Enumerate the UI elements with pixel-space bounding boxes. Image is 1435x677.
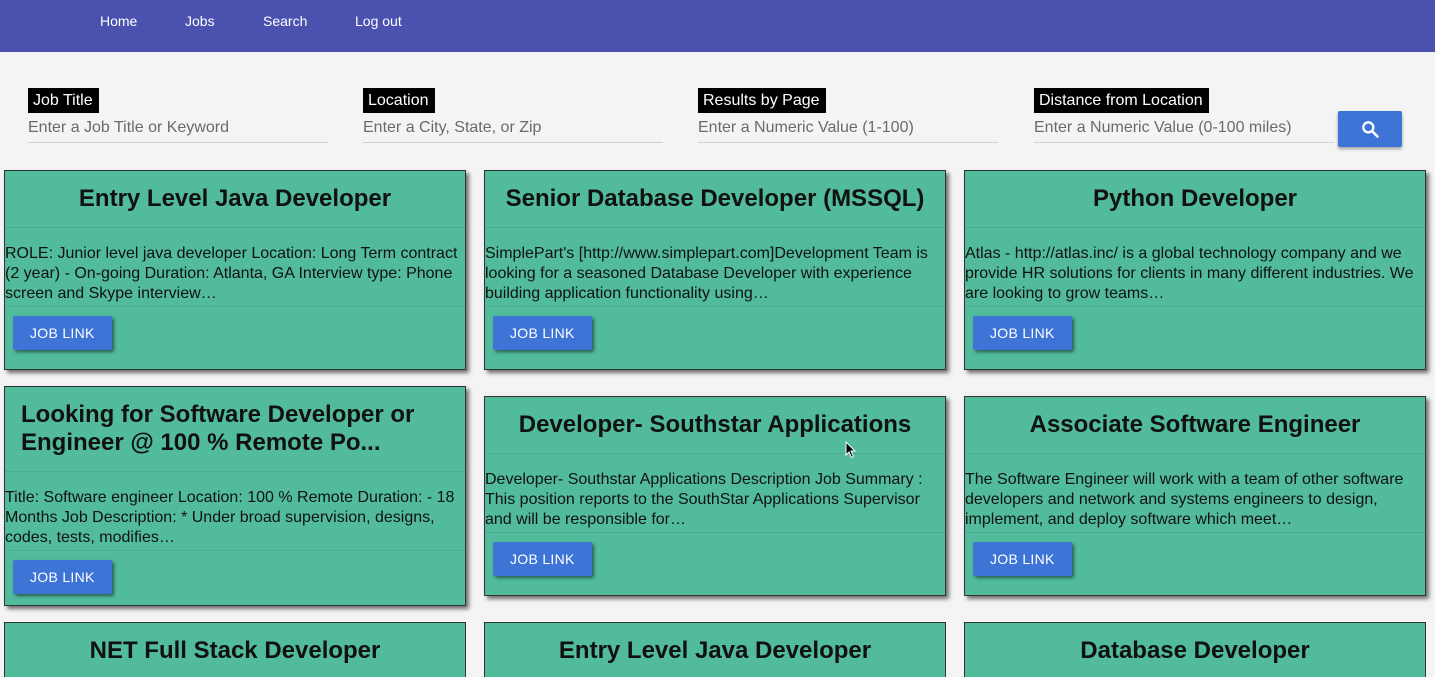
top-navbar: Home Jobs Search Log out: [0, 0, 1435, 52]
job-title: Entry Level Java Developer: [485, 623, 945, 677]
job-description: Developer- Southstar Applications Descri…: [485, 454, 945, 533]
job-link-button[interactable]: JOB LINK: [493, 316, 592, 350]
search-button[interactable]: [1338, 111, 1402, 147]
job-link-button[interactable]: JOB LINK: [13, 316, 112, 350]
nav-logout-link[interactable]: Log out: [355, 13, 402, 29]
job-title: NET Full Stack Developer: [5, 623, 465, 677]
results-per-page-field: Results by Page: [698, 88, 998, 143]
job-title: Developer- Southstar Applications: [485, 397, 945, 454]
job-card: Associate Software Engineer The Software…: [964, 396, 1426, 596]
mouse-pointer-icon: [845, 441, 857, 459]
job-card: Python Developer Atlas - http://atlas.in…: [964, 170, 1426, 370]
location-label: Location: [363, 88, 435, 113]
job-title-label: Job Title: [28, 88, 99, 113]
distance-input[interactable]: [1034, 114, 1334, 143]
job-description: Atlas - http://atlas.inc/ is a global te…: [965, 228, 1425, 307]
job-card: Database Developer: [964, 622, 1426, 677]
job-card: NET Full Stack Developer: [4, 622, 466, 677]
location-field: Location: [363, 88, 663, 143]
location-input[interactable]: [363, 114, 663, 143]
job-card: Looking for Software Developer or Engine…: [4, 386, 466, 606]
job-description: ROLE: Junior level java developer Locati…: [5, 228, 465, 307]
job-title: Looking for Software Developer or Engine…: [5, 387, 465, 472]
nav-home-link[interactable]: Home: [100, 13, 137, 29]
nav-search-link[interactable]: Search: [263, 13, 307, 29]
job-title-field: Job Title: [28, 88, 328, 143]
job-title: Entry Level Java Developer: [5, 171, 465, 228]
results-per-page-label: Results by Page: [698, 88, 826, 113]
search-form: Job Title Location Results by Page Dista…: [0, 88, 1435, 158]
job-card: Developer- Southstar Applications Develo…: [484, 396, 946, 596]
distance-field: Distance from Location: [1034, 88, 1334, 143]
job-card: Entry Level Java Developer ROLE: Junior …: [4, 170, 466, 370]
job-description: The Software Engineer will work with a t…: [965, 454, 1425, 533]
job-card: Entry Level Java Developer: [484, 622, 946, 677]
job-title: Associate Software Engineer: [965, 397, 1425, 454]
results-per-page-input[interactable]: [698, 114, 998, 143]
job-title: Python Developer: [965, 171, 1425, 228]
job-card: Senior Database Developer (MSSQL) Simple…: [484, 170, 946, 370]
job-title: Senior Database Developer (MSSQL): [485, 171, 945, 228]
distance-label: Distance from Location: [1034, 88, 1209, 113]
nav-jobs-link[interactable]: Jobs: [185, 13, 215, 29]
job-description: SimplePart's [http://www.simplepart.com]…: [485, 228, 945, 307]
job-description: Title: Software engineer Location: 100 %…: [5, 472, 465, 551]
job-title-input[interactable]: [28, 114, 328, 143]
job-link-button[interactable]: JOB LINK: [973, 542, 1072, 576]
job-link-button[interactable]: JOB LINK: [13, 560, 112, 594]
job-title: Database Developer: [965, 623, 1425, 677]
search-icon: [1362, 121, 1379, 138]
job-link-button[interactable]: JOB LINK: [493, 542, 592, 576]
job-link-button[interactable]: JOB LINK: [973, 316, 1072, 350]
